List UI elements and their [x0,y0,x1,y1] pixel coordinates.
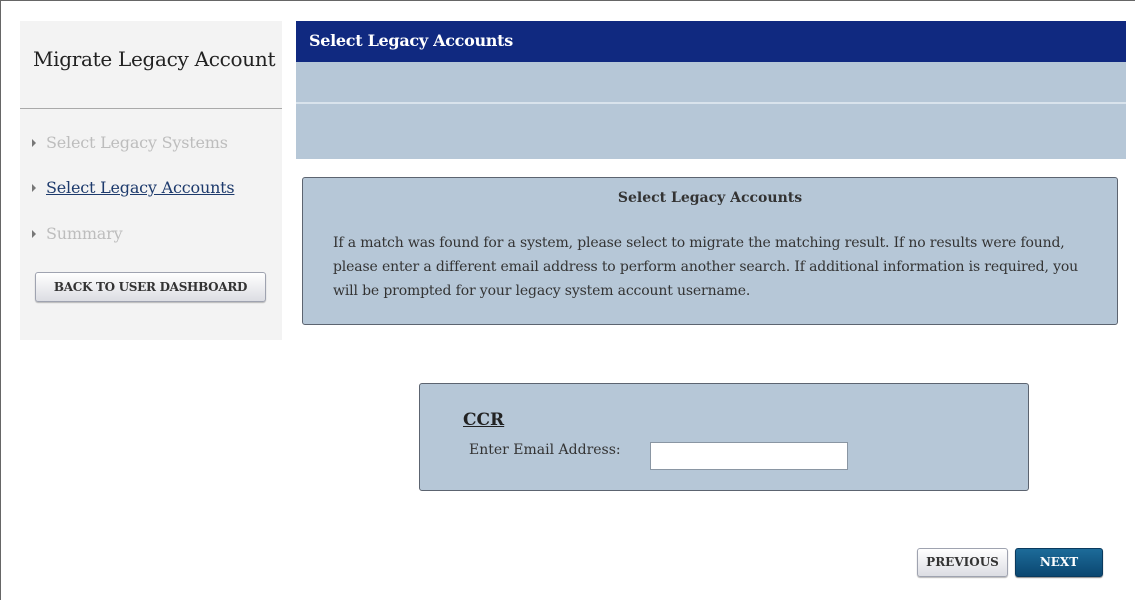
sidebar-item-label[interactable]: Select Legacy Accounts [46,178,235,197]
sidebar-item-summary: Summary [32,224,123,243]
sidebar-item-select-legacy-accounts[interactable]: Select Legacy Accounts [32,178,235,197]
sidebar-title: Migrate Legacy Account [33,47,276,71]
ccr-system-panel: CCR Enter Email Address: [419,383,1029,491]
page-title: Select Legacy Accounts [296,21,1126,62]
sidebar-item-label: Summary [46,224,123,243]
caret-right-icon [32,183,36,192]
sidebar: Migrate Legacy Account Select Legacy Sys… [20,21,282,340]
caret-right-icon [32,138,36,147]
instructions-panel: Select Legacy Accounts If a match was fo… [302,177,1118,325]
email-label: Enter Email Address: [469,442,621,458]
sidebar-divider [20,108,282,109]
system-name: CCR [463,410,505,430]
email-field[interactable] [650,442,848,470]
caret-right-icon [32,229,36,238]
main-header: Select Legacy Accounts [296,21,1126,159]
previous-button[interactable]: PREVIOUS [917,548,1008,577]
next-button[interactable]: NEXT [1015,548,1103,577]
back-to-dashboard-button[interactable]: BACK TO USER DASHBOARD [35,272,266,302]
sidebar-item-select-legacy-systems: Select Legacy Systems [32,133,228,152]
instructions-text: If a match was found for a system, pleas… [333,235,1078,299]
sidebar-item-label: Select Legacy Systems [46,133,228,152]
header-divider [296,102,1126,104]
instructions-title: Select Legacy Accounts [617,190,803,206]
